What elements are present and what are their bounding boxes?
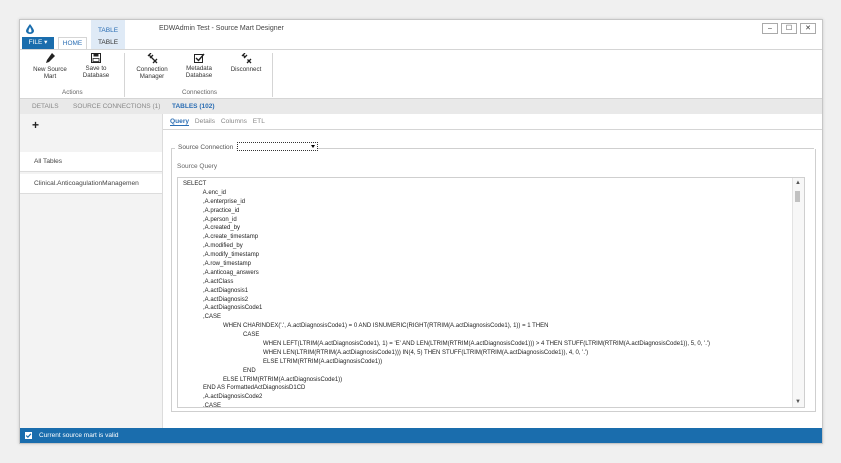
code-line: CASE — [183, 332, 260, 339]
new-source-mart-button[interactable]: New Source Mart — [32, 53, 68, 80]
scroll-up-icon[interactable]: ▲ — [795, 180, 801, 186]
tab-table-details[interactable]: Details — [195, 118, 215, 125]
connection-manager-label-1: Connection — [136, 66, 168, 73]
check-icon — [25, 432, 32, 439]
metadata-database-label-1: Metadata — [186, 65, 212, 72]
list-item-all-tables[interactable]: All Tables — [20, 152, 162, 172]
code-line: ,A.actClass — [183, 278, 234, 285]
window-controls: – ☐ ✕ — [762, 23, 816, 34]
query-text: SELECT A.enc_id ,A.enterprise_id ,A.prac… — [183, 180, 789, 408]
app-window: TABLE EDWAdmin Test - Source Mart Design… — [19, 19, 823, 444]
home-tab[interactable]: HOME — [58, 37, 87, 49]
code-line: ,A.modify_timestamp — [183, 252, 260, 259]
code-line: ,A.anticoag_answers — [183, 269, 259, 276]
code-line: ,A.actDiagnosis2 — [183, 296, 249, 303]
save-to-database-button[interactable]: Save to Database — [80, 53, 112, 79]
status-text: Current source mart is valid — [39, 432, 119, 439]
code-line: ,A.created_by — [183, 225, 241, 232]
new-source-mart-label-1: New Source — [33, 66, 67, 73]
code-line: END — [183, 367, 256, 374]
code-line: END AS FormattedActDiagnosisD1CD — [183, 385, 306, 392]
code-line: ELSE LTRIM(RTRIM(A.actDiagnosisCode1)) — [183, 376, 343, 383]
tab-columns[interactable]: Columns — [221, 118, 247, 125]
dropdown-arrow-icon — [311, 145, 315, 148]
table-tab[interactable]: TABLE — [91, 37, 125, 49]
code-line: ,A.person_id — [183, 216, 237, 223]
source-connection-label: Source Connection — [175, 144, 237, 151]
code-line: ,A.actDiagnosisCode2 — [183, 394, 263, 401]
source-connection-select[interactable] — [237, 142, 318, 151]
tab-etl[interactable]: ETL — [253, 118, 265, 125]
checkbox-icon — [193, 53, 205, 63]
connection-manager-button[interactable]: Connection Manager — [132, 53, 172, 80]
code-line: WHEN CHARINDEX('.', A.actDiagnosisCode1)… — [183, 323, 549, 330]
pencil-icon — [45, 53, 55, 63]
maximize-button[interactable]: ☐ — [781, 23, 797, 34]
vertical-scrollbar[interactable]: ▲ ▼ — [792, 178, 804, 407]
ribbon-tab-row: FILE ▾ HOME TABLE — [20, 37, 822, 50]
source-query-editor[interactable]: SELECT A.enc_id ,A.enterprise_id ,A.prac… — [177, 177, 805, 408]
code-line: WHEN LEN(LTRIM(RTRIM(A.actDiagnosisCode1… — [183, 349, 589, 356]
ribbon-separator — [272, 53, 273, 97]
connections-group-label: Connections — [182, 89, 218, 96]
save-disk-icon — [91, 53, 101, 63]
disconnect-button[interactable]: Disconnect — [225, 53, 267, 73]
designer-subtabs: DETAILS SOURCE CONNECTIONS (1) TABLES (1… — [20, 99, 822, 114]
ribbon: New Source Mart Save to Database Actions… — [20, 50, 822, 99]
tab-tables[interactable]: TABLES (102) — [172, 103, 215, 110]
code-line: ELSE LTRIM(RTRIM(A.actDiagnosisCode1)) — [183, 358, 383, 365]
actions-group-label: Actions — [62, 89, 83, 96]
unplug-icon — [241, 53, 251, 64]
code-line: ,A.practice_id — [183, 207, 240, 214]
code-line: ,A.row_timestamp — [183, 261, 252, 268]
ribbon-separator — [124, 53, 125, 97]
list-item-table[interactable]: Clinical.AnticoagulationManagemen — [20, 174, 162, 194]
save-to-database-label-1: Save to — [85, 65, 107, 72]
scroll-down-icon[interactable]: ▼ — [795, 399, 801, 405]
code-line: ,A.enterprise_id — [183, 198, 246, 205]
metadata-database-button[interactable]: Metadata Database — [180, 53, 218, 79]
app-logo-icon — [26, 24, 34, 34]
disconnect-label: Disconnect — [230, 66, 262, 73]
code-line: ,CASE — [183, 403, 222, 408]
file-tab-label: FILE — [28, 39, 43, 46]
close-button[interactable]: ✕ — [800, 23, 816, 34]
code-line: ,A.create_timestamp — [183, 234, 259, 241]
tab-query[interactable]: Query — [170, 118, 190, 126]
tables-panel: + All Tables Clinical.AnticoagulationMan… — [20, 114, 163, 428]
code-line: ,CASE — [183, 314, 222, 321]
file-tab[interactable]: FILE ▾ — [22, 37, 54, 49]
add-table-button[interactable]: + — [32, 119, 39, 131]
tab-source-connections[interactable]: SOURCE CONNECTIONS (1) — [73, 103, 160, 110]
scroll-thumb[interactable] — [795, 191, 800, 202]
table-editor: Query Details Columns ETL Source Connect… — [163, 114, 822, 428]
source-query-label: Source Query — [177, 163, 218, 170]
query-tabs: Query Details Columns ETL — [170, 118, 269, 128]
new-source-mart-label-2: Mart — [43, 73, 57, 80]
code-line: ,A.actDiagnosis1 — [183, 287, 249, 294]
code-line: WHEN LEFT(LTRIM(A.actDiagnosisCode1), 1)… — [183, 341, 711, 348]
chevron-down-icon: ▾ — [44, 39, 48, 46]
status-bar: Current source mart is valid — [20, 428, 822, 443]
metadata-database-label-2: Database — [185, 72, 213, 79]
code-line: ,A.actDiagnosisCode1 — [183, 305, 263, 312]
context-tab-header: TABLE — [91, 20, 125, 37]
code-line: ,A.modified_by — [183, 243, 243, 250]
title-bar: TABLE EDWAdmin Test - Source Mart Design… — [20, 20, 822, 37]
tab-details[interactable]: DETAILS — [32, 103, 59, 110]
connection-manager-label-2: Manager — [139, 73, 165, 80]
window-title: EDWAdmin Test - Source Mart Designer — [159, 25, 284, 32]
code-line: A.enc_id — [183, 189, 227, 196]
save-to-database-label-2: Database — [82, 72, 110, 79]
plug-icon — [147, 53, 157, 64]
minimize-button[interactable]: – — [762, 23, 778, 34]
code-line: SELECT — [183, 181, 207, 187]
divider — [163, 129, 822, 130]
